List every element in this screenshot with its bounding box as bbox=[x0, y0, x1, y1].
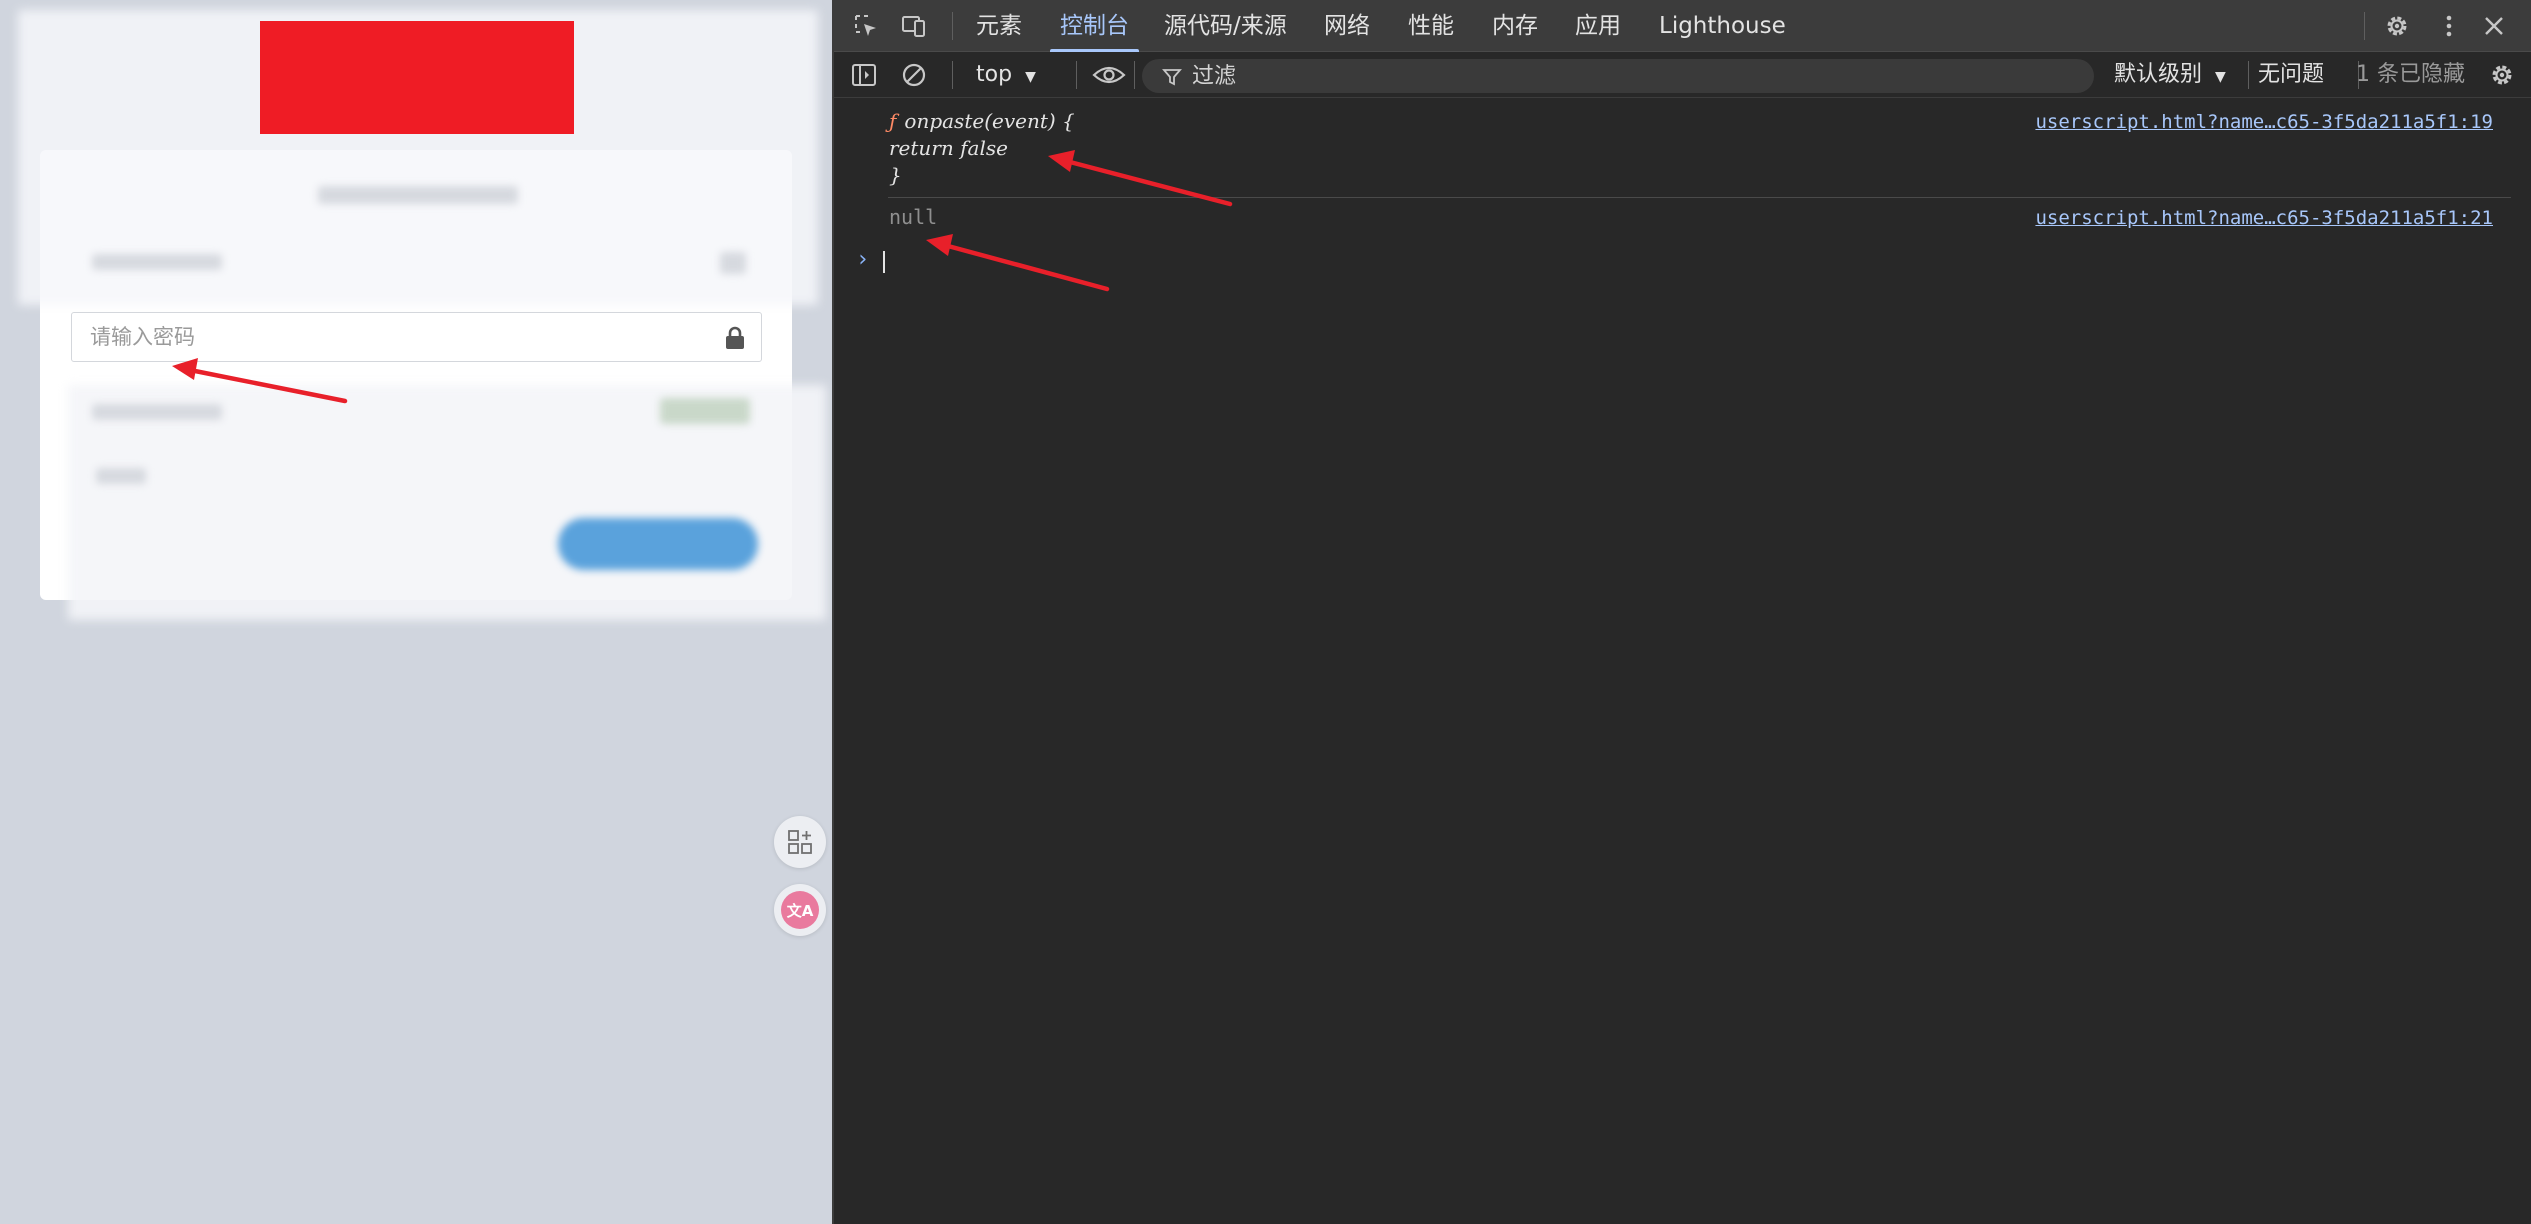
source-link-19[interactable]: userscript.html?name…c65-3f5da211a5f1:19 bbox=[2035, 111, 2493, 133]
context-selector[interactable]: top ▼ bbox=[976, 52, 1036, 98]
devtools-tabbar: 元素 控制台 源代码/来源 网络 性能 内存 应用 Lighthouse bbox=[834, 0, 2531, 52]
console-entry-function: ƒ onpaste(event) { return false } userscr… bbox=[834, 109, 2531, 199]
context-label: top bbox=[976, 62, 1013, 87]
source-link-21[interactable]: userscript.html?name…c65-3f5da211a5f1:21 bbox=[2035, 207, 2493, 229]
code-line-3: } bbox=[889, 163, 902, 187]
blurred-remember-label bbox=[96, 468, 146, 484]
floating-apps-button[interactable] bbox=[774, 816, 826, 868]
blurred-username-field bbox=[92, 254, 222, 270]
blurred-captcha-image bbox=[660, 398, 750, 424]
password-input[interactable] bbox=[72, 313, 761, 361]
blurred-user-icon bbox=[720, 252, 746, 274]
web-page: 文A bbox=[0, 0, 832, 1224]
prompt-chevron-icon: › bbox=[856, 247, 870, 272]
tab-console[interactable]: 控制台 bbox=[1050, 0, 1139, 52]
password-field-wrapper bbox=[71, 312, 762, 362]
tab-network[interactable]: 网络 bbox=[1324, 0, 1370, 52]
device-toolbar-icon[interactable] bbox=[900, 12, 928, 40]
tab-performance[interactable]: 性能 bbox=[1408, 0, 1454, 52]
translate-icon: 文A bbox=[781, 891, 819, 929]
console-input-cursor[interactable] bbox=[883, 251, 885, 273]
tab-sources[interactable]: 源代码/来源 bbox=[1164, 0, 1287, 52]
devtools-panel: 元素 控制台 源代码/来源 网络 性能 内存 应用 Lighthouse top… bbox=[832, 0, 2531, 1224]
inspect-element-icon[interactable] bbox=[852, 12, 880, 40]
console-entry-null: null userscript.html?name…c65-3f5da211a5… bbox=[834, 205, 2531, 233]
sidebar-toggle-icon[interactable] bbox=[850, 61, 878, 89]
blurred-title bbox=[318, 186, 518, 204]
null-value: null bbox=[889, 205, 938, 229]
log-level-label: 默认级别 bbox=[2114, 62, 2203, 87]
filter-input[interactable] bbox=[1192, 59, 2072, 93]
code-line-2: return false bbox=[889, 136, 1008, 160]
apps-add-icon bbox=[788, 830, 812, 854]
tab-lighthouse[interactable]: Lighthouse bbox=[1659, 0, 1786, 52]
console-settings-gear-icon[interactable] bbox=[2488, 61, 2516, 89]
redacted-logo bbox=[260, 21, 574, 134]
issues-button[interactable]: 无问题 bbox=[2258, 52, 2324, 98]
dropdown-arrow-icon: ▼ bbox=[2215, 69, 2226, 85]
console-toolbar: top ▼ 默认级别 ▼ 无问题 1 条已隐藏 bbox=[834, 52, 2531, 98]
more-options-icon[interactable] bbox=[2435, 12, 2463, 40]
hidden-count: 1 条已隐藏 bbox=[2356, 62, 2465, 87]
lock-icon bbox=[726, 326, 744, 349]
function-symbol: ƒ bbox=[889, 109, 897, 133]
entry-divider bbox=[888, 197, 2511, 198]
code-line-1: onpaste(event) { bbox=[904, 109, 1075, 133]
tab-elements[interactable]: 元素 bbox=[976, 0, 1022, 52]
filter-box bbox=[1142, 59, 2094, 93]
settings-gear-icon[interactable] bbox=[2383, 12, 2411, 40]
tab-memory[interactable]: 内存 bbox=[1492, 0, 1538, 52]
tab-application[interactable]: 应用 bbox=[1575, 0, 1621, 52]
blurred-login-button[interactable] bbox=[558, 518, 758, 570]
filter-icon bbox=[1162, 69, 1182, 86]
dropdown-arrow-icon: ▼ bbox=[1025, 69, 1036, 85]
clear-console-icon[interactable] bbox=[900, 61, 928, 89]
log-level-dropdown[interactable]: 默认级别 ▼ bbox=[2114, 52, 2226, 98]
close-devtools-icon[interactable] bbox=[2480, 12, 2508, 40]
blurred-captcha-field bbox=[92, 404, 222, 420]
live-expression-eye-icon[interactable] bbox=[1092, 61, 1126, 89]
floating-translate-button[interactable]: 文A bbox=[774, 884, 826, 936]
